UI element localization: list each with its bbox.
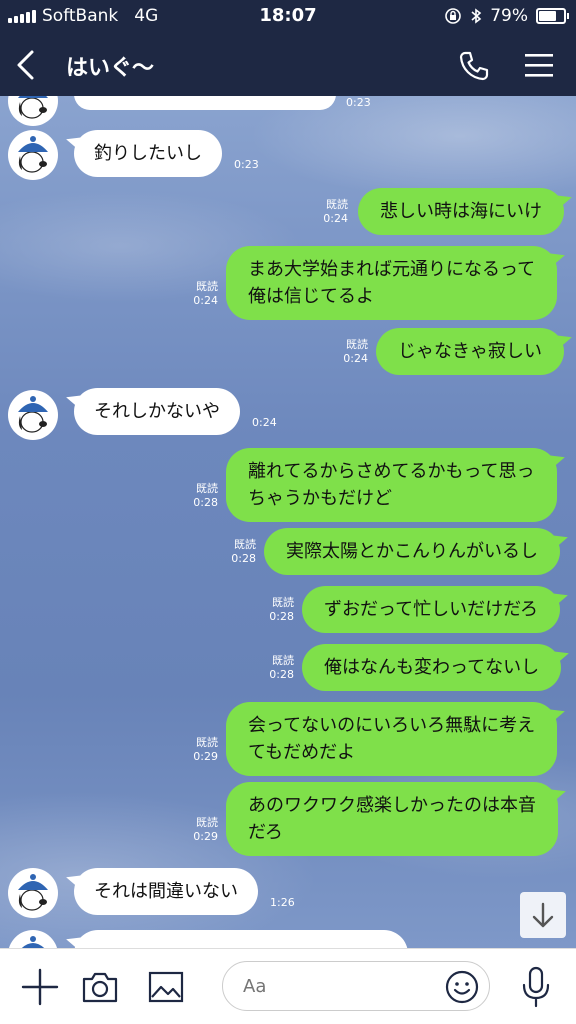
message-text-line: 俺はなんも変わってないし [324,657,540,678]
contact-avatar[interactable] [8,390,58,440]
read-receipt: 既読 0:24 [320,198,348,226]
read-label: 既読 [196,280,218,293]
outgoing-message-bubble[interactable]: ずおだって忙しいだけだろ [302,586,561,633]
scroll-to-bottom-button[interactable] [520,892,566,938]
message-time: 0:24 [323,212,348,225]
message-text-line: 俺は信じてるよ [248,286,374,307]
message-time: 0:29 [193,750,218,763]
message-text-line: 悲しい時は海にいけ [380,201,542,222]
message-text-line: ずおだって忙しいだけだろ [324,599,539,620]
message-time: 0:24 [252,416,277,429]
message-time: 0:23 [346,96,371,109]
outgoing-message-bubble[interactable]: 実際太陽とかこんりんがいるし [264,528,560,575]
read-receipt: 既読 0:28 [266,596,294,624]
image-icon[interactable] [146,967,186,1007]
outgoing-message-bubble[interactable]: 俺はなんも変わってないし [302,644,562,691]
read-receipt: 既読 0:28 [228,538,256,566]
read-label: 既読 [196,482,218,495]
message-time: 0:28 [193,496,218,509]
incoming-message-bubble[interactable] [74,96,336,110]
battery-percent: 79% [490,6,528,26]
emoji-icon[interactable] [444,969,480,1005]
chat-header: はいぐ〜 [0,34,576,96]
incoming-message-bubble[interactable]: 釣りしたいし [74,130,222,177]
contact-avatar[interactable] [8,868,58,918]
outgoing-message-bubble[interactable]: じゃなきゃ寂しい [376,328,564,375]
read-label: 既読 [196,736,218,749]
arrow-down-icon [532,902,554,928]
message-time: 0:23 [234,158,259,171]
battery-icon [536,8,569,24]
contact-avatar[interactable] [8,130,58,180]
read-receipt: 既読 0:28 [266,654,294,682]
message-text-line: まあ大学始まれば元通りになるって [248,259,536,280]
message-text-line: あのワクワク感楽しかったのは本音 [248,795,536,816]
outgoing-message-bubble[interactable]: 会ってないのにいろいろ無駄に考え てもだめだよ [226,702,558,776]
snoopy-avatar-icon [18,874,48,911]
outgoing-message-bubble[interactable]: まあ大学始まれば元通りになるって 俺は信じてるよ [226,246,558,320]
microphone-icon[interactable] [516,965,556,1009]
snoopy-avatar-icon [18,136,48,173]
incoming-message-bubble[interactable]: それは間違いない [74,868,258,915]
outgoing-message-bubble[interactable]: あのワクワク感楽しかったのは本音 だろ [226,782,558,856]
message-time: 0:24 [343,352,368,365]
message-text-line: 離れてるからさめてるかもって思っ [248,461,535,482]
bluetooth-icon [471,8,482,24]
read-label: 既読 [196,816,218,829]
snoopy-avatar-icon [18,396,48,433]
read-receipt: 既読 0:24 [340,338,368,366]
message-text-line: ちゃうかもだけど [248,488,392,509]
chat-title: はいぐ〜 [66,56,155,81]
message-text-line: 会ってないのにいろいろ無駄に考え [248,715,536,736]
snoopy-avatar-icon [18,96,48,119]
read-receipt: 既読 0:29 [190,736,218,764]
snoopy-avatar-icon [21,936,45,948]
orientation-lock-icon [445,8,462,24]
read-label: 既読 [272,654,294,667]
message-time: 0:24 [193,294,218,307]
message-time: 0:28 [269,610,294,623]
incoming-message-bubble[interactable]: それしかないや [74,388,240,435]
contact-avatar[interactable] [8,930,58,948]
message-text-line: じゃなきゃ寂しい [398,341,542,362]
outgoing-message-bubble[interactable]: 離れてるからさめてるかもって思っ ちゃうかもだけど [226,448,557,522]
message-input-bar [0,948,576,1024]
battery-level [539,11,556,21]
read-receipt: 既読 0:28 [190,482,218,510]
message-text-line: てもだめだよ [248,742,356,763]
read-label: 既読 [234,538,256,551]
incoming-message-bubble[interactable] [74,930,408,948]
chat-message-list[interactable]: 0:23 釣りしたいし 0:23 既読 0:24 悲しい時は海にいけ 既読 0:… [0,96,576,948]
message-text-line: 実際太陽とかこんりんがいるし [286,541,538,562]
message-time: 0:29 [193,830,218,843]
read-receipt: 既読 0:29 [190,816,218,844]
hamburger-menu-icon[interactable] [522,48,556,82]
message-time: 0:28 [231,552,256,565]
plus-icon[interactable] [20,967,60,1007]
back-arrow-icon[interactable] [10,46,44,84]
message-time: 1:26 [270,896,295,909]
read-label: 既読 [346,338,368,351]
camera-icon[interactable] [80,967,120,1007]
read-receipt: 既読 0:24 [190,280,218,308]
status-bar: SoftBank 4G 18:07 79% [0,0,576,34]
message-time: 0:28 [269,668,294,681]
message-text-line: だろ [248,822,283,843]
read-label: 既読 [326,198,348,211]
contact-avatar[interactable] [8,96,58,126]
phone-icon[interactable] [456,48,492,84]
read-label: 既読 [272,596,294,609]
outgoing-message-bubble[interactable]: 悲しい時は海にいけ [358,188,564,235]
